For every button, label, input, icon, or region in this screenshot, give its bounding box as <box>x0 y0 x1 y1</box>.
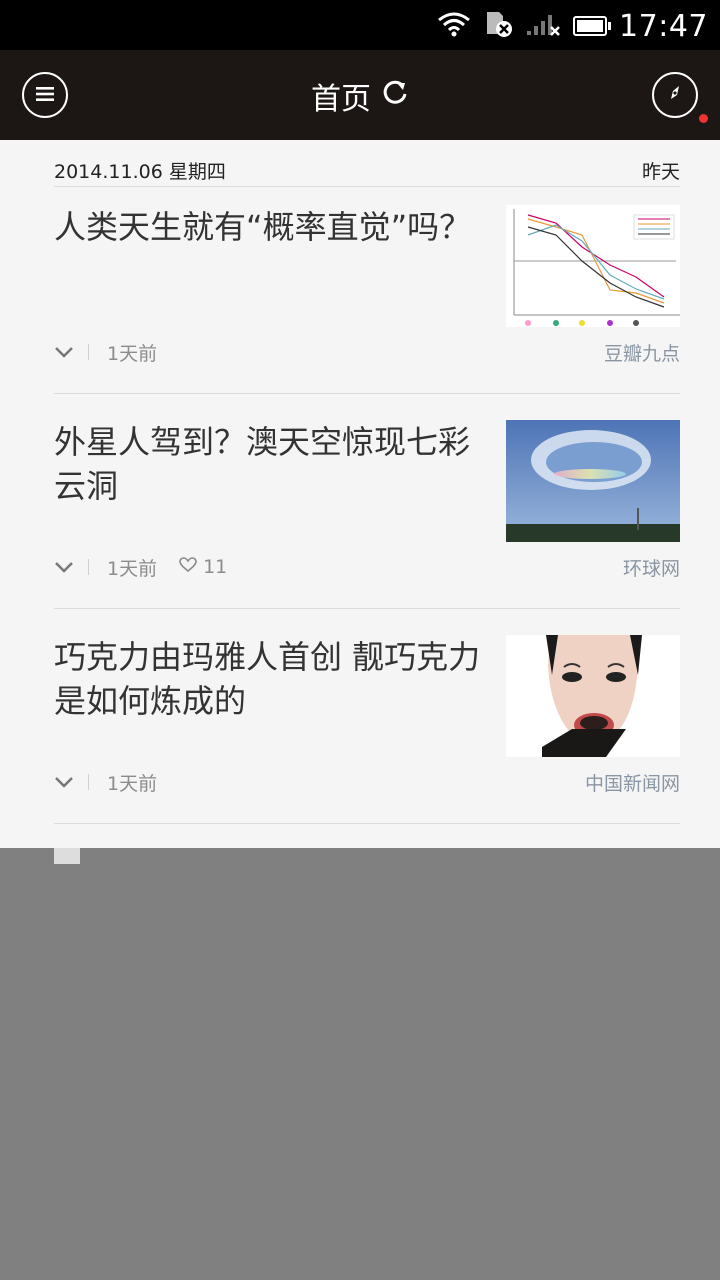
page-title: 首页 <box>311 82 371 117</box>
news-source: 环球网 <box>622 557 680 580</box>
news-meta: 1天前 豆瓣九点 <box>54 337 680 367</box>
news-item[interactable]: 人类天生就有“概率直觉”吗？ 1天前 豆瓣九点 <box>54 187 680 403</box>
news-meta: 1天前 11 环球网 <box>54 552 680 582</box>
heart-icon[interactable] <box>179 556 197 578</box>
divider <box>54 393 680 394</box>
news-item[interactable]: 外星人驾到？澳天空惊现七彩云洞 1天前 11 环球网 <box>54 402 680 618</box>
date-row: 2014.11.06 星期四 昨天 <box>54 154 680 186</box>
news-title[interactable]: 人类天生就有“概率直觉”吗？ <box>54 205 484 249</box>
wifi-icon <box>437 11 471 41</box>
status-icons: 17:47 <box>437 6 708 46</box>
sim-off-icon <box>483 10 513 42</box>
chevron-down-icon[interactable] <box>54 772 74 792</box>
chart-thumbnail[interactable] <box>506 205 680 327</box>
status-time: 17:47 <box>619 8 708 44</box>
refresh-icon[interactable] <box>381 78 409 114</box>
like-count: 11 <box>203 556 228 578</box>
news-time: 1天前 <box>107 772 158 795</box>
compass-button[interactable] <box>652 72 698 118</box>
chevron-down-icon[interactable] <box>54 342 74 362</box>
divider <box>54 823 680 824</box>
news-time: 1天前 <box>107 342 158 365</box>
notification-dot <box>699 114 708 123</box>
woman-chocolate-thumbnail[interactable] <box>506 635 680 757</box>
news-title[interactable]: 巧克力由玛雅人首创 靓巧克力是如何炼成的 <box>54 635 484 723</box>
relative-date-label: 昨天 <box>641 160 680 183</box>
date-label: 2014.11.06 星期四 <box>54 160 226 183</box>
sky-cloud-hole-thumbnail[interactable] <box>506 420 680 542</box>
news-time: 1天前 <box>107 557 158 580</box>
app-bar: 首页 <box>0 50 720 140</box>
signal-off-icon <box>525 11 561 41</box>
news-item[interactable]: 巧克力由玛雅人首创 靓巧克力是如何炼成的 1天前 中国新闻网 <box>54 617 680 833</box>
battery-icon <box>573 16 612 36</box>
likes: 11 <box>179 556 227 578</box>
chevron-down-icon[interactable] <box>54 557 74 577</box>
separator <box>88 774 89 790</box>
separator <box>88 559 89 575</box>
news-meta: 1天前 中国新闻网 <box>54 767 680 797</box>
broken-image-icon <box>54 848 80 864</box>
compass-icon <box>664 82 686 108</box>
separator <box>88 344 89 360</box>
news-title[interactable]: 外星人驾到？澳天空惊现七彩云洞 <box>54 420 484 508</box>
status-bar: 17:47 <box>0 0 720 50</box>
news-source: 中国新闻网 <box>584 772 680 795</box>
divider <box>54 608 680 609</box>
gray-overlay <box>0 848 720 1280</box>
news-source: 豆瓣九点 <box>603 342 680 365</box>
page-title-group: 首页 <box>0 74 720 118</box>
